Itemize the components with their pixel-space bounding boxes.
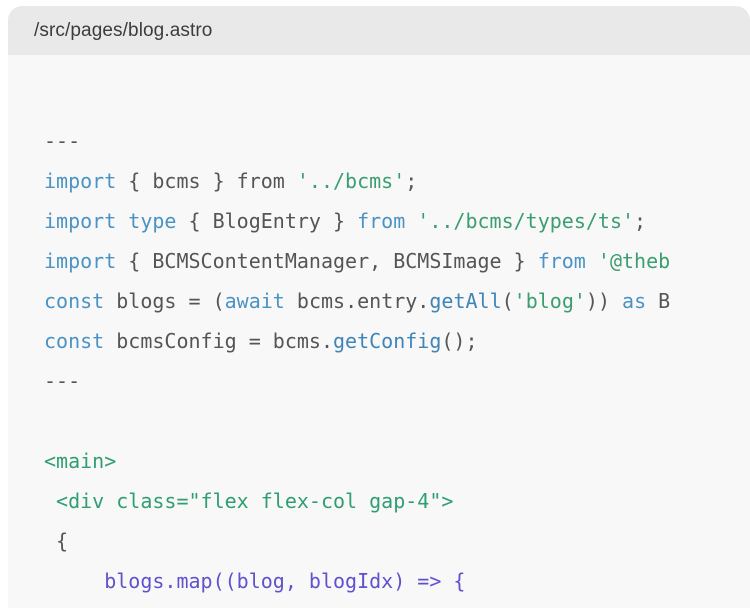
code-token-tag: <main>	[44, 449, 117, 473]
code-token-keyword: from	[357, 209, 406, 233]
code-token-plain: (	[501, 289, 514, 313]
code-token-keyword: const	[44, 329, 105, 353]
code-token-tag: <div class="flex flex-col gap-4">	[44, 489, 454, 513]
code-token-function: getConfig	[333, 329, 442, 353]
code-line: import type { BlogEntry } from '../bcms/…	[44, 201, 750, 241]
code-token-plain: B	[646, 289, 671, 313]
code-token-plain: {	[44, 529, 69, 553]
code-token-plain: blogs = (	[104, 289, 225, 313]
code-line: const blogs = (await bcms.entry.getAll('…	[44, 281, 750, 321]
code-token-plain: ---	[44, 369, 81, 393]
code-token-function: getAll	[429, 289, 502, 313]
code-line: {	[44, 521, 750, 561]
code-token-plain: { BCMSContentManager, BCMSImage }	[116, 249, 538, 273]
code-token-keyword: from	[537, 249, 586, 273]
code-token-keyword: import	[44, 169, 117, 193]
code-line: ---	[44, 361, 750, 401]
code-snippet-card: /src/pages/blog.astro --- import { bcms }…	[8, 6, 750, 608]
code-token-plain: ---	[44, 129, 81, 153]
code-line: const bcmsConfig = bcms.getConfig();	[44, 321, 750, 361]
code-token-string: '../bcms'	[284, 169, 406, 193]
code-line: import { bcms } from '../bcms';	[44, 161, 750, 201]
code-token-plain: ;	[405, 169, 418, 193]
code-token-string: '../bcms/types/ts'	[405, 209, 635, 233]
code-token-string: 'blog'	[513, 289, 586, 313]
code-line: <main>	[44, 441, 750, 481]
code-line: <div class="flex flex-col gap-4">	[44, 481, 750, 521]
code-line: blogs.map((blog, blogIdx) => {	[44, 561, 750, 601]
code-token-plain: bcms.entry.	[284, 289, 430, 313]
code-token-plain: from	[236, 169, 285, 193]
code-block[interactable]: --- import { bcms } from '../bcms'; import…	[8, 121, 750, 601]
code-token-keyword: type	[128, 209, 177, 233]
code-token-keyword: import	[44, 249, 117, 273]
code-token-plain: { bcms }	[116, 169, 237, 193]
code-token-plain: ))	[585, 289, 623, 313]
code-token-plain: bcmsConfig = bcms.	[104, 329, 333, 353]
code-line: ---	[44, 121, 750, 161]
code-body: --- import { bcms } from '../bcms'; import…	[8, 55, 750, 601]
file-path-label: /src/pages/blog.astro	[34, 19, 213, 41]
code-token-string: '@theb	[585, 249, 671, 273]
code-token-arrow_function: blogs.map((blog, blogIdx) => {	[44, 569, 466, 593]
code-token-keyword: import	[44, 209, 117, 233]
code-token-plain: ();	[441, 329, 478, 353]
code-token-keyword: await	[224, 289, 285, 313]
code-token-keyword: as	[622, 289, 647, 313]
code-line: import { BCMSContentManager, BCMSImage }…	[44, 241, 750, 281]
code-token-plain: { BlogEntry }	[176, 209, 358, 233]
code-card-header: /src/pages/blog.astro	[8, 6, 750, 55]
code-token-plain: ;	[634, 209, 647, 233]
code-token-keyword: const	[44, 289, 105, 313]
